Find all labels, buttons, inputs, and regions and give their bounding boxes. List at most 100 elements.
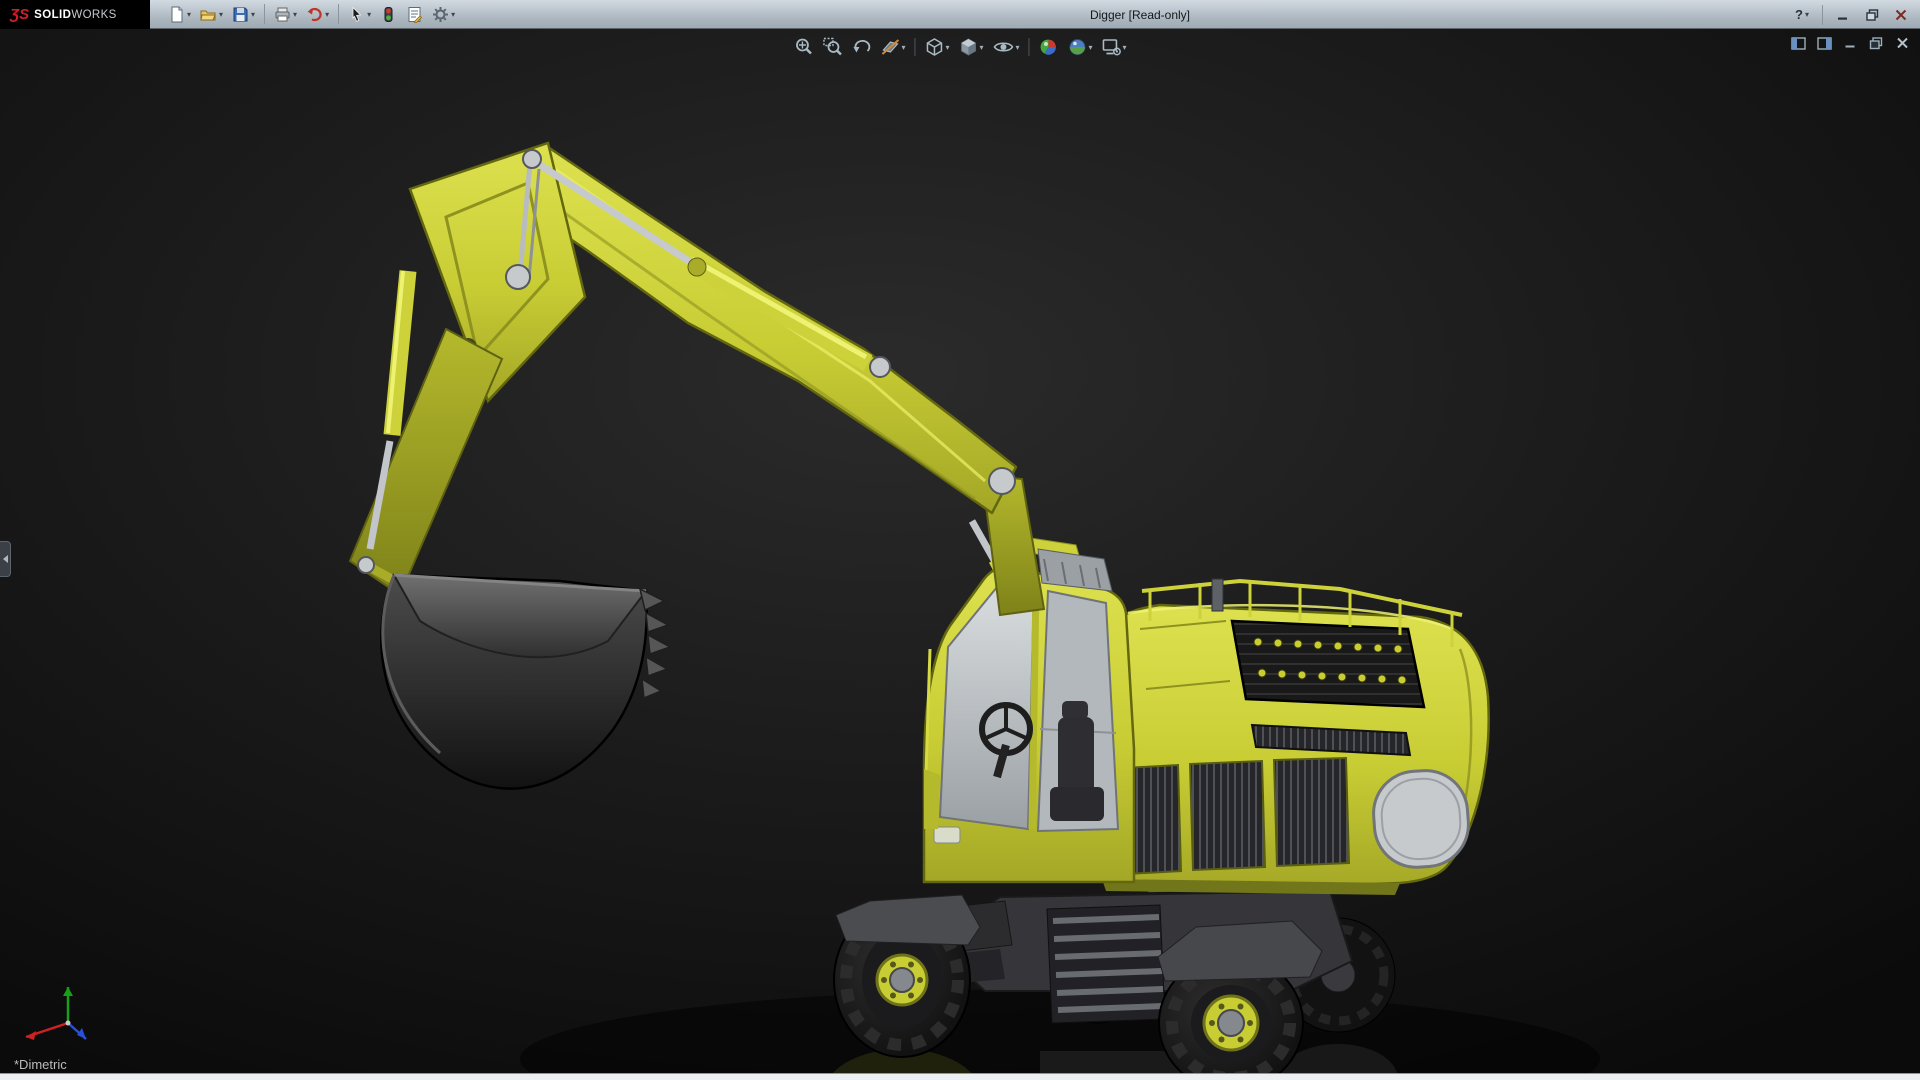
exhaust-stack — [1211, 578, 1224, 612]
chevron-left-icon — [2, 555, 8, 563]
previous-view-button[interactable] — [848, 34, 874, 60]
split-pane-2-icon — [1816, 36, 1832, 50]
close-document-button[interactable] — [1892, 34, 1912, 52]
new-document-button[interactable] — [164, 2, 195, 26]
undo-button[interactable] — [302, 2, 333, 26]
split-pane-2-button[interactable] — [1814, 34, 1834, 52]
hide-show-items-button[interactable] — [990, 34, 1023, 60]
view-settings-button[interactable] — [1099, 34, 1130, 60]
dropdown-arrow-icon — [979, 43, 983, 52]
apply-scene-icon — [1069, 39, 1086, 55]
window-controls: ? — [1789, 0, 1914, 29]
print-icon — [275, 7, 290, 21]
dropdown-arrow-icon — [1805, 10, 1809, 19]
select-icon — [352, 6, 362, 22]
feature-manager-collapse-tab[interactable] — [0, 541, 11, 577]
side-louver — [1272, 756, 1351, 868]
dropdown-arrow-icon — [367, 10, 371, 19]
options-icon — [433, 6, 449, 22]
document-window-controls — [1788, 34, 1912, 52]
brand-solid: SOLID — [34, 9, 72, 21]
rear-window[interactable] — [1371, 768, 1471, 870]
dropdown-arrow-icon — [945, 43, 949, 52]
hide-show-items-icon — [993, 42, 1014, 52]
select-button[interactable] — [344, 2, 375, 26]
split-pane-button[interactable] — [1788, 34, 1808, 52]
dassault-logo-icon: ƷS — [10, 5, 30, 23]
dropdown-arrow-icon — [187, 10, 191, 19]
help-button[interactable]: ? — [1789, 4, 1815, 25]
display-style-button[interactable] — [955, 34, 986, 60]
close-icon — [1896, 37, 1908, 49]
edit-appearance-icon — [1040, 39, 1057, 55]
open-icon — [200, 10, 216, 20]
restore-icon — [1865, 8, 1878, 21]
rebuild-button[interactable] — [376, 2, 401, 26]
quick-access-toolbar — [164, 2, 459, 26]
open-button[interactable] — [196, 2, 227, 26]
display-style-icon — [960, 38, 976, 56]
split-pane-icon — [1790, 36, 1806, 50]
section-view-button[interactable] — [877, 34, 908, 60]
edit-appearance-button[interactable] — [1036, 34, 1062, 60]
minimize-icon — [1838, 17, 1847, 20]
dropdown-arrow-icon — [451, 10, 455, 19]
dropdown-arrow-icon — [293, 10, 297, 19]
options-button[interactable] — [428, 2, 459, 26]
dropdown-arrow-icon — [325, 10, 329, 19]
rebuild-icon — [384, 6, 393, 22]
orientation-triad — [25, 987, 87, 1040]
dropdown-arrow-icon — [1089, 43, 1093, 52]
engine-grille[interactable] — [1230, 619, 1426, 709]
window-title: Digger [Read-only] — [1089, 7, 1191, 22]
side-louver — [1188, 759, 1267, 872]
dropdown-arrow-icon — [901, 43, 905, 52]
digger-model-scene[interactable] — [0, 29, 1920, 1073]
save-button[interactable] — [228, 2, 259, 26]
zoom-to-area-icon — [823, 37, 842, 56]
headlight — [933, 826, 961, 844]
section-view-icon — [881, 39, 900, 55]
view-orientation-icon — [926, 38, 943, 56]
view-orientation-label: *Dimetric — [14, 1057, 67, 1072]
help-icon: ? — [1795, 7, 1803, 22]
dropdown-arrow-icon — [1016, 43, 1020, 52]
brand-works: WORKS — [71, 9, 117, 21]
file-properties-icon — [408, 6, 423, 23]
zoom-to-area-button[interactable] — [819, 34, 845, 60]
apply-scene-button[interactable] — [1065, 34, 1096, 60]
toolbar-separator — [338, 4, 340, 24]
dropdown-arrow-icon — [1123, 43, 1127, 52]
close-window-button[interactable] — [1888, 4, 1914, 25]
file-properties-button[interactable] — [402, 2, 427, 26]
minimize-window-button[interactable] — [1830, 4, 1856, 25]
undo-icon — [307, 7, 322, 21]
cab-pillar — [1028, 586, 1040, 830]
dropdown-arrow-icon — [251, 10, 255, 19]
view-settings-icon — [1102, 39, 1121, 56]
solidworks-logo: ƷS SOLIDWORKS — [0, 0, 150, 29]
title-bar: ƷS SOLIDWORKS ▾ ▾ ▾ ▾ ▾ ▾ ▾ Digger [Read… — [0, 0, 1920, 29]
toolbar-separator — [264, 4, 266, 24]
close-icon — [1895, 9, 1907, 20]
heads-up-view-toolbar — [790, 34, 1129, 60]
zoom-to-fit-button[interactable] — [790, 34, 816, 60]
toolbar-separator — [1028, 38, 1030, 56]
restore-icon — [1869, 36, 1883, 49]
dropdown-arrow-icon — [219, 10, 223, 19]
new-document-icon — [171, 6, 183, 22]
zoom-to-fit-icon — [796, 38, 812, 55]
save-icon — [233, 7, 248, 21]
view-orientation-button[interactable] — [921, 34, 952, 60]
toolbar-separator — [914, 38, 916, 56]
minimize-document-button[interactable] — [1840, 34, 1860, 52]
graphics-viewport[interactable]: *Dimetric — [0, 29, 1920, 1073]
print-button[interactable] — [270, 2, 301, 26]
restore-window-button[interactable] — [1859, 4, 1885, 25]
toolbar-separator — [1822, 4, 1823, 25]
minimize-icon — [1845, 45, 1854, 48]
status-bar — [0, 1073, 1920, 1080]
restore-document-button[interactable] — [1866, 34, 1886, 52]
engine-housing[interactable] — [1098, 578, 1490, 895]
previous-view-icon — [853, 39, 871, 53]
